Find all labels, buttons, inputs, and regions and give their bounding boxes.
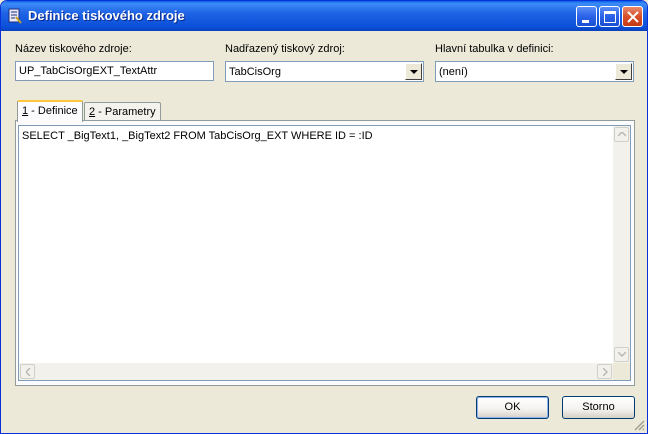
tab-parametry[interactable]: 2 - Parametry [84,102,161,122]
main-table-value: (není) [439,66,468,78]
minimize-button[interactable] [576,6,597,27]
cancel-button[interactable]: Storno [562,396,635,419]
chevron-up-icon [618,132,626,137]
main-table-select[interactable]: (není) [435,61,634,82]
sql-text: SELECT _BigText1, _BigText2 FROM TabCisO… [22,130,373,142]
chevron-left-icon [26,368,31,376]
main-table-label: Hlavní tabulka v definici: [435,43,554,55]
horizontal-scrollbar[interactable] [19,363,613,380]
source-name-label: Název tiskového zdroje: [15,43,132,55]
chevron-right-icon [603,368,608,376]
tab-definice[interactable]: 1 - Definice [17,100,83,122]
app-icon [8,8,22,24]
chevron-down-icon [410,70,418,74]
scroll-right-button[interactable] [597,364,612,379]
scroll-up-button[interactable] [614,127,629,142]
resize-grip-icon[interactable] [633,419,645,431]
title-bar[interactable]: Definice tiskového zdroje [1,1,647,31]
close-button[interactable] [622,6,643,27]
scroll-down-button[interactable] [614,347,629,362]
source-name-input[interactable]: UP_TabCisOrgEXT_TextAttr [15,61,214,81]
tab-label: - Definice [28,105,78,117]
minimize-icon [582,20,589,23]
parent-source-value: TabCisOrg [229,66,281,78]
maximize-button[interactable] [599,6,620,27]
chevron-down-icon [618,352,626,357]
dropdown-button[interactable] [615,63,632,80]
scroll-left-button[interactable] [20,364,35,379]
ok-button[interactable]: OK [476,396,549,419]
tab-label: - Parametry [95,106,156,118]
parent-source-select[interactable]: TabCisOrg [225,61,424,82]
dialog-window: Definice tiskového zdroje Název tiskovéh… [0,0,648,434]
chevron-down-icon [620,70,628,74]
close-icon [627,11,639,23]
vertical-scrollbar[interactable] [613,126,630,363]
maximize-icon [604,11,616,23]
scrollbar-corner [613,363,630,380]
parent-source-label: Nadřazený tiskový zdroj: [225,43,345,55]
dropdown-button[interactable] [405,63,422,80]
window-title: Definice tiskového zdroje [28,8,185,23]
sql-editor[interactable]: SELECT _BigText1, _BigText2 FROM TabCisO… [18,125,631,381]
